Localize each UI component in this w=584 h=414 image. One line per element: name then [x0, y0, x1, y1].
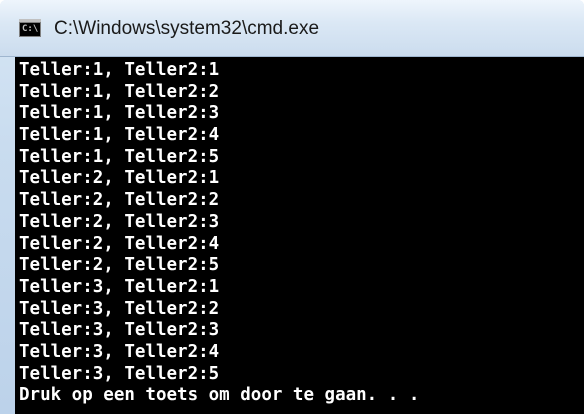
pause-prompt: Druk op een toets om door te gaan. . .	[19, 385, 420, 406]
console-line: Teller:2, Teller2:3	[19, 211, 220, 232]
console-line: Teller:3, Teller2:4	[19, 341, 220, 362]
console-line: Teller:1, Teller2:5	[19, 146, 220, 167]
console-line: Teller:3, Teller2:2	[19, 298, 220, 319]
console-line: Teller:1, Teller2:1	[19, 60, 220, 80]
title-bar[interactable]: C:\ C:\Windows\system32\cmd.exe	[0, 0, 584, 57]
console-line: Teller:2, Teller2:1	[19, 168, 220, 189]
console-lines: Teller:1, Teller2:1 Teller:1, Teller2:2 …	[19, 60, 419, 407]
cmd-window: C:\ C:\Windows\system32\cmd.exe Teller:1…	[0, 0, 584, 414]
console-line: Teller:1, Teller2:4	[19, 125, 220, 146]
console-line: Teller:3, Teller2:3	[19, 320, 220, 341]
console-line: Teller:2, Teller2:2	[19, 190, 220, 211]
console-output[interactable]: Teller:1, Teller2:1 Teller:1, Teller2:2 …	[15, 57, 584, 414]
console-line: Teller:3, Teller2:5	[19, 363, 220, 384]
console-line: Teller:1, Teller2:3	[19, 103, 220, 124]
prompt-glyph: C:\	[22, 24, 39, 34]
cmd-console-icon[interactable]: C:\	[19, 22, 41, 37]
console-line: Teller:2, Teller2:5	[19, 255, 220, 276]
window-title: C:\Windows\system32\cmd.exe	[54, 18, 320, 39]
console-line: Teller:1, Teller2:2	[19, 81, 220, 102]
console-line: Teller:2, Teller2:4	[19, 233, 220, 254]
console-line: Teller:3, Teller2:1	[19, 276, 220, 297]
